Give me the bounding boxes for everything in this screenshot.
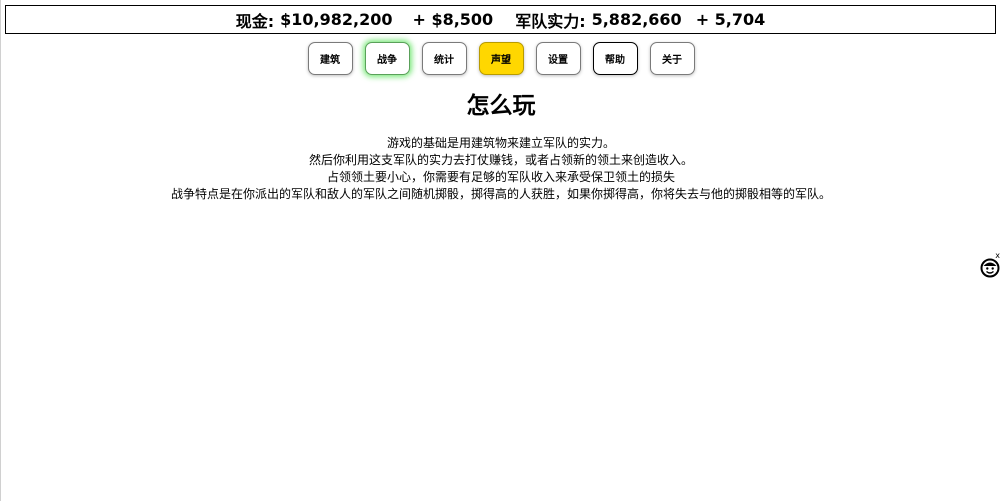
nav-button-war[interactable]: 战争	[364, 42, 410, 75]
nav-button-stats[interactable]: 统计	[421, 42, 467, 75]
nav-button-prestige[interactable]: 声望	[478, 42, 524, 75]
help-line: 战争特点是在你派出的军队和敌人的军队之间随机掷骰，掷得高的人获胜，如果你掷得高，…	[170, 187, 831, 201]
money-value: $10,982,200	[280, 10, 393, 29]
army-income: + 5,704	[695, 10, 766, 29]
nav-button-buildings[interactable]: 建筑	[307, 42, 353, 75]
help-line: 然后你利用这支军队的实力去打仗赚钱，或者占领新的领土来创造收入。	[308, 153, 693, 167]
nav-button-about[interactable]: 关于	[649, 42, 695, 75]
help-line: 游戏的基础是用建筑物来建立军队的实力。	[386, 136, 615, 150]
money-income: + $8,500	[412, 10, 494, 29]
army-value: 5,882,660	[591, 10, 682, 29]
nav-button-settings[interactable]: 设置	[535, 42, 581, 75]
main-nav: 建筑 战争 统计 声望 设置 帮助 关于	[1, 42, 1000, 75]
game-page: 现金: $10,982,200 + $8,500 军队实力: 5,882,660…	[0, 0, 1000, 501]
army-label: 军队实力:	[515, 11, 586, 31]
nav-button-help[interactable]: 帮助	[592, 42, 638, 75]
helper-widget[interactable]: x	[980, 252, 1000, 280]
money-label: 现金:	[235, 11, 275, 31]
helper-face-icon[interactable]	[980, 258, 1000, 278]
close-icon[interactable]: x	[995, 252, 1000, 260]
help-line: 占领领土要小心，你需要有足够的军队收入来承受保卫领土的损失	[326, 170, 675, 184]
help-text: 游戏的基础是用建筑物来建立军队的实力。 然后你利用这支军队的实力去打仗赚钱，或者…	[1, 135, 1000, 203]
page-title: 怎么玩	[466, 93, 536, 119]
resource-bar: 现金: $10,982,200 + $8,500 军队实力: 5,882,660…	[5, 5, 996, 34]
